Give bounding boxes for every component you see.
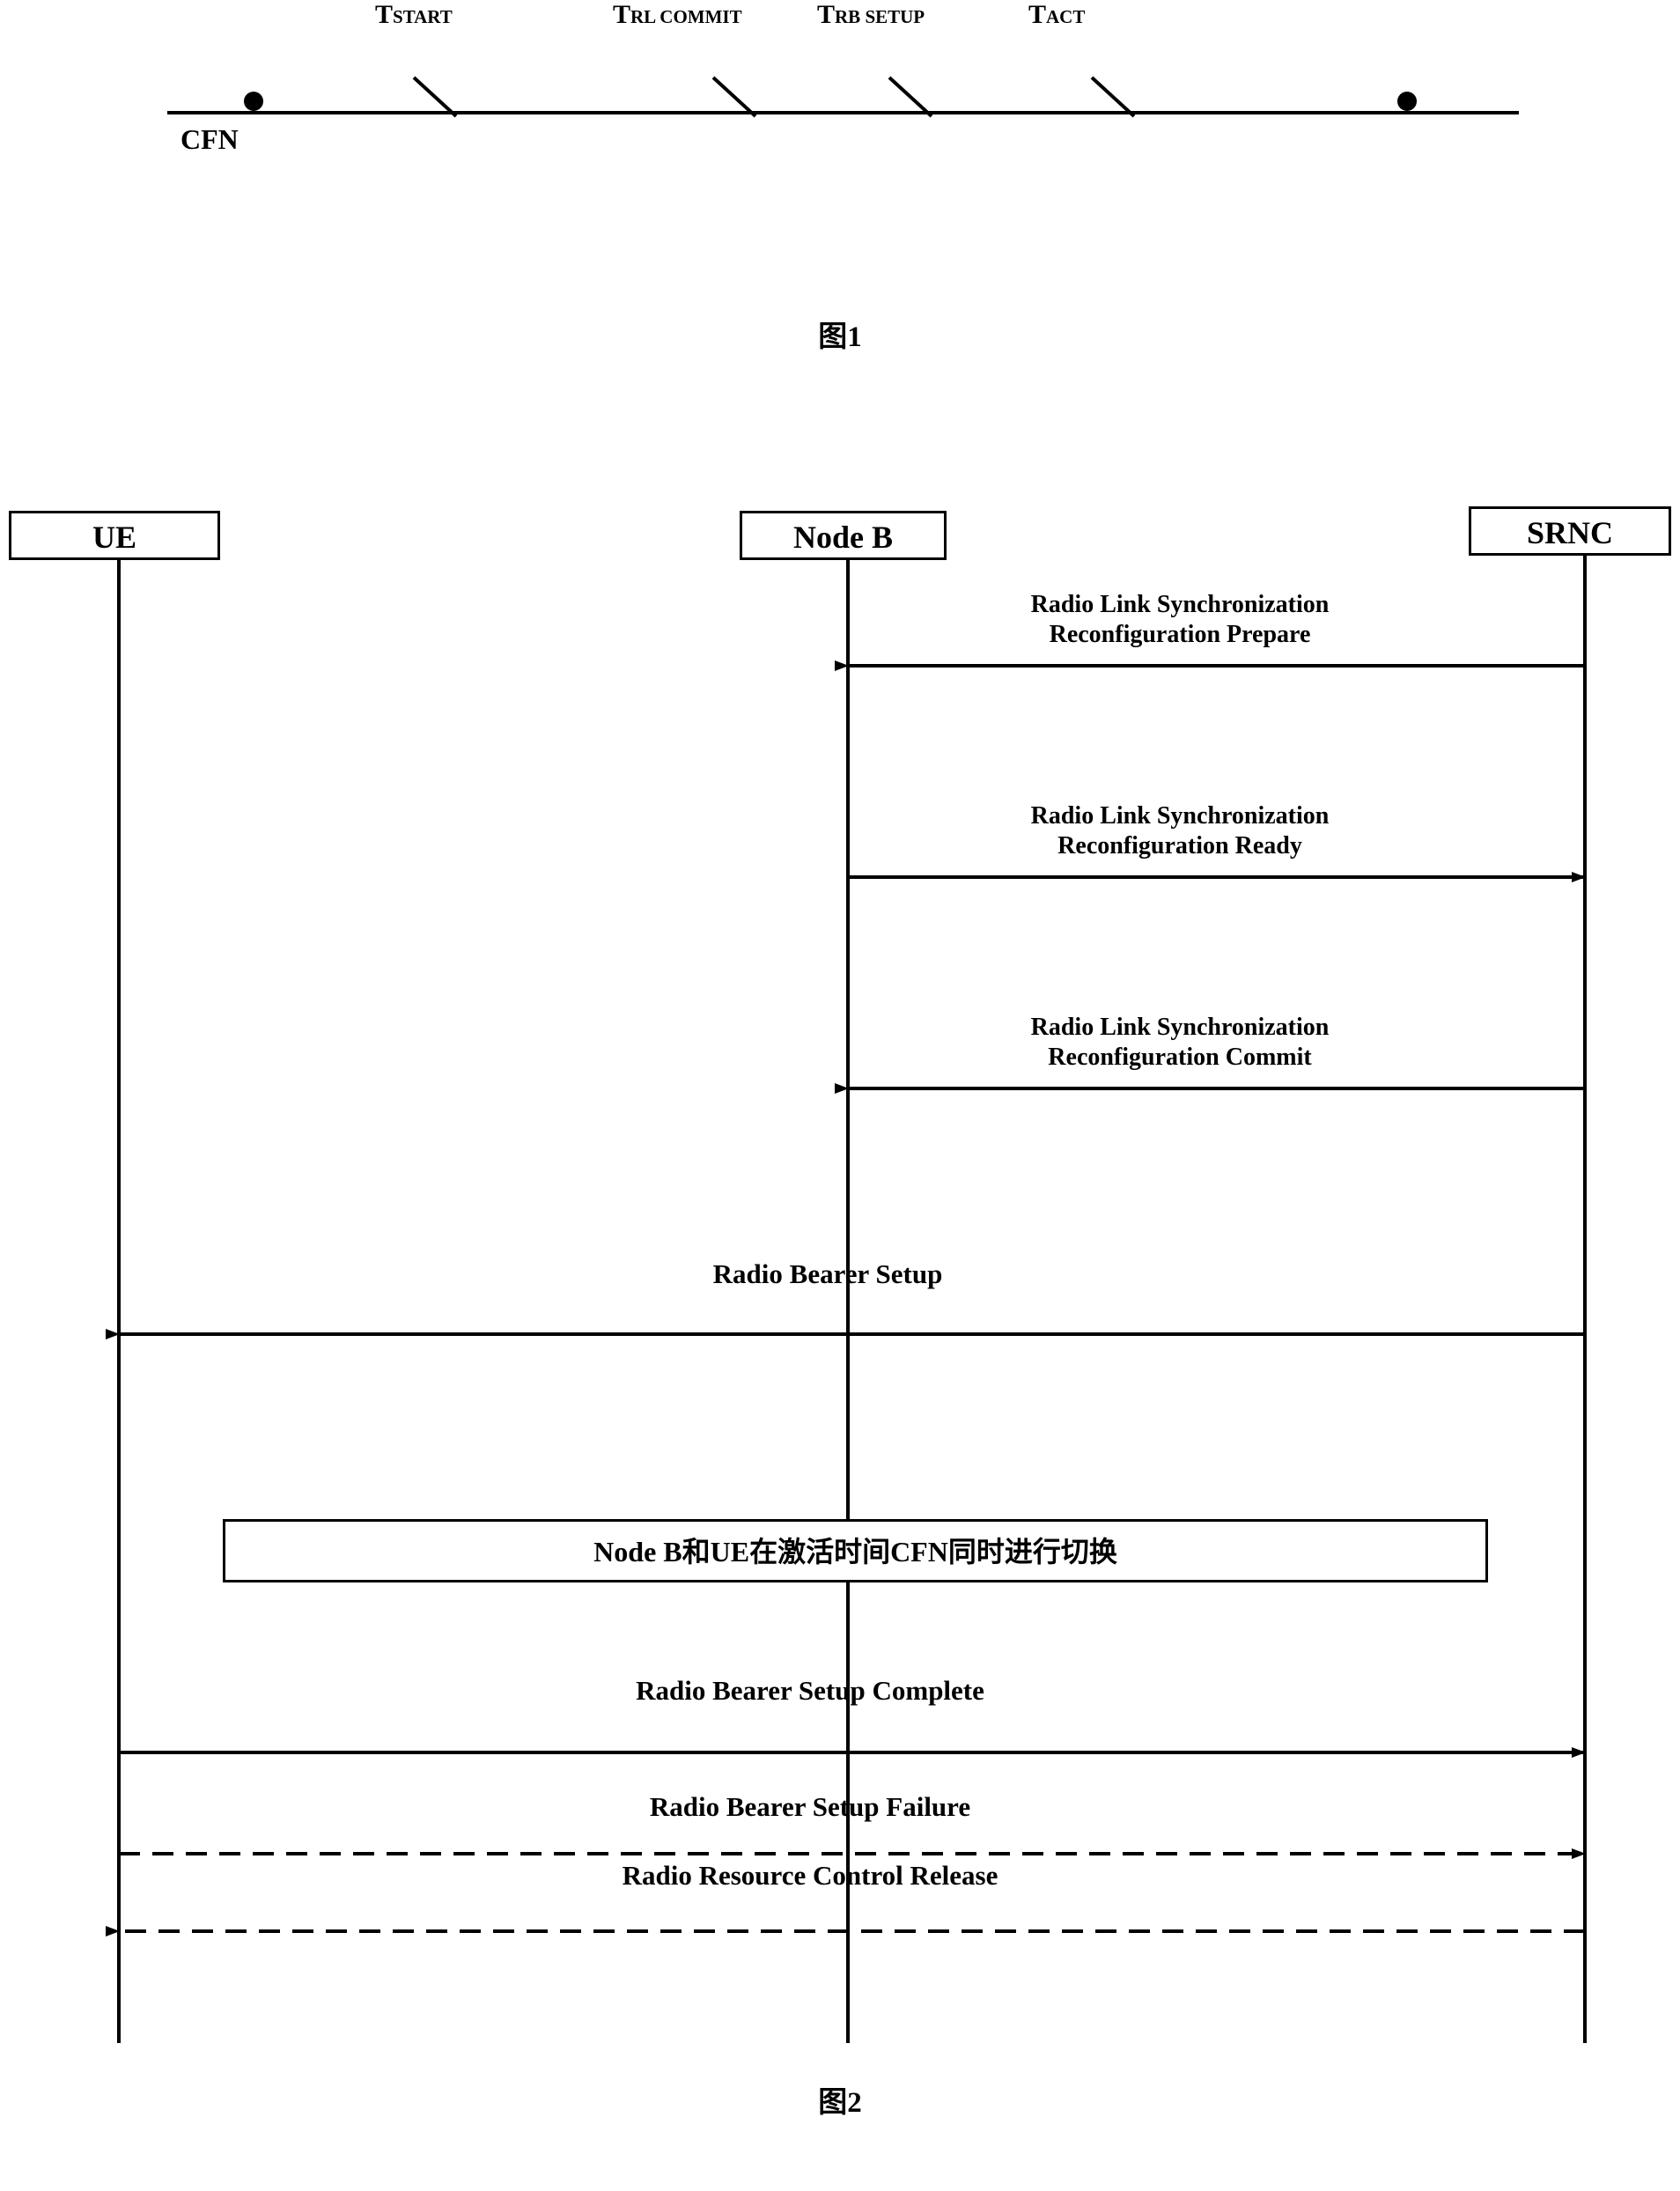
tick-label-tstart: TSTART (375, 0, 453, 29)
timeline-end-dot (1397, 92, 1417, 111)
tick-mark-tact (1090, 76, 1136, 118)
message-label-4: Radio Bearer Setup (712, 1258, 943, 1289)
message-label-2: Radio Link Synchronization Reconfigurati… (1030, 802, 1330, 859)
message-label-7: Radio Resource Control Release (622, 1860, 998, 1891)
tick-label-trbsetup: TRB SETUP (817, 0, 925, 29)
figure-1-caption: 图1 (818, 321, 862, 353)
tick-mark-tstart (412, 76, 458, 118)
message-label-3: Radio Link Synchronization Reconfigurati… (1030, 1014, 1330, 1071)
tick-label-trlcommit: TRL COMMIT (613, 0, 742, 29)
timeline-start-dot (244, 92, 263, 111)
figure-2: UE Node B SRNC Node B和UE在激活时间CFN同时进行切换 R… (0, 493, 1680, 2149)
figure-1: TSTART TRL COMMIT TRB SETUP TACT CFN 图1 (0, 0, 1680, 387)
message-label-6: Radio Bearer Setup Failure (649, 1791, 971, 1822)
note-box-handover: Node B和UE在激活时间CFN同时进行切换 (223, 1519, 1488, 1582)
tick-label-tact: TACT (1028, 0, 1086, 29)
figure-2-caption: 图2 (818, 2087, 862, 2119)
message-label-5: Radio Bearer Setup Complete (636, 1675, 984, 1706)
cfn-label: CFN (181, 123, 239, 155)
message-label-1: Radio Link Synchronization Reconfigurati… (1030, 591, 1330, 648)
patent-figure-page: TSTART TRL COMMIT TRB SETUP TACT CFN 图1 … (0, 0, 1680, 2191)
tick-mark-trbsetup (888, 76, 933, 118)
tick-mark-trlcommit (711, 76, 757, 118)
figure-2-drawing (106, 556, 1587, 2043)
